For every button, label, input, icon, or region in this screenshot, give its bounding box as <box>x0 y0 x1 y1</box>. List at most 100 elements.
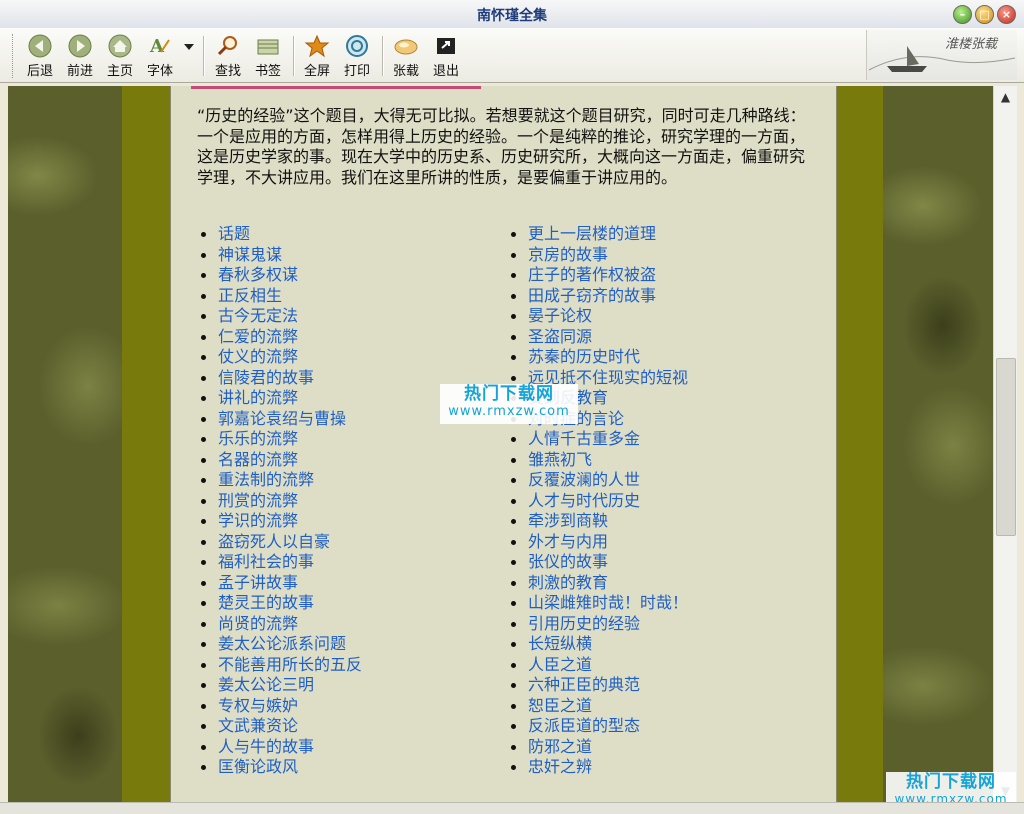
forward-button[interactable]: 前进 <box>60 32 100 79</box>
chapter-link[interactable]: 春秋多权谋 <box>218 265 298 284</box>
find-button[interactable]: 查找 <box>208 32 248 79</box>
chapter-link[interactable]: 外才与内用 <box>528 532 608 551</box>
chapter-link[interactable]: 恕臣之道 <box>528 696 592 715</box>
zhangzai-label: 张载 <box>392 64 419 79</box>
watermark-title: 热门下载网 <box>906 772 996 792</box>
chapter-link[interactable]: 忠奸之辨 <box>528 757 592 776</box>
vertical-scrollbar[interactable]: ▲ ▼ <box>993 86 1017 802</box>
bookmark-button[interactable]: 书签 <box>248 32 288 79</box>
chapter-link[interactable]: 不能善用所长的五反 <box>218 655 362 674</box>
chapter-link[interactable]: 人与牛的故事 <box>218 737 314 756</box>
chapter-link[interactable]: 仗义的流弊 <box>218 347 298 366</box>
list-item: 反派臣道的型态 <box>511 716 688 737</box>
chapter-link[interactable]: 正反相生 <box>218 286 282 305</box>
chapter-link[interactable]: 学识的流弊 <box>218 511 298 530</box>
home-button[interactable]: 主页 <box>100 32 140 79</box>
chapter-link[interactable]: 信陵君的故事 <box>218 368 314 387</box>
bullet-icon <box>511 601 516 606</box>
chapter-link[interactable]: 雏燕初飞 <box>528 450 592 469</box>
minimize-button[interactable]: – <box>953 5 972 24</box>
chapter-link[interactable]: 仁爱的流弊 <box>218 327 298 346</box>
scroll-up-button[interactable]: ▲ <box>994 86 1017 108</box>
toolbar-separator <box>203 36 205 76</box>
chapter-link[interactable]: 福利社会的事 <box>218 552 314 571</box>
chapter-link[interactable]: 人情千古重多金 <box>528 429 640 448</box>
print-button[interactable]: 打印 <box>337 32 377 79</box>
bullet-icon <box>201 457 206 463</box>
logo-text: 淮楼张载 <box>945 37 999 52</box>
chapter-link[interactable]: 反派臣道的型态 <box>528 716 640 735</box>
chapter-link[interactable]: 盗窃死人以自豪 <box>218 532 330 551</box>
chapter-link[interactable]: 名器的流弊 <box>218 450 298 469</box>
bullet-icon <box>511 683 516 688</box>
chapter-link[interactable]: 山梁雌雉时哉！时哉！ <box>528 593 688 612</box>
chapter-link[interactable]: 防邪之道 <box>528 737 592 756</box>
chapter-link[interactable]: 人臣之道 <box>528 655 592 674</box>
chapter-link[interactable]: 六种正臣的典范 <box>528 675 640 694</box>
chapter-link[interactable]: 牵涉到商鞅 <box>528 511 608 530</box>
bullet-icon <box>511 314 516 319</box>
bullet-icon <box>511 642 516 647</box>
fullscreen-button[interactable]: 全屏 <box>297 32 337 79</box>
list-item: 人与牛的故事 <box>201 737 362 758</box>
chapter-link[interactable]: 庄子的著作权被盗 <box>528 265 656 284</box>
fullscreen-label: 全屏 <box>303 64 330 79</box>
font-button[interactable]: A 字体 <box>140 32 180 79</box>
zhangzai-button[interactable]: 张载 <box>386 32 426 79</box>
font-icon: A <box>149 36 170 57</box>
chapter-link[interactable]: 重法制的流弊 <box>218 470 314 489</box>
list-item: 庄子的著作权被盗 <box>511 265 688 286</box>
forward-arrow-icon <box>68 34 92 58</box>
list-item: 重法制的流弊 <box>201 470 362 491</box>
chapter-link[interactable]: 引用历史的经验 <box>528 614 640 633</box>
chapter-link[interactable]: 匡衡论政风 <box>218 757 298 776</box>
chapter-link[interactable]: 苏秦的历史时代 <box>528 347 640 366</box>
chapter-link[interactable]: 文武兼资论 <box>218 716 298 735</box>
chapter-link[interactable]: 楚灵王的故事 <box>218 593 314 612</box>
back-button[interactable]: 后退 <box>20 32 60 79</box>
chapter-link[interactable]: 专权与嫉妒 <box>218 696 298 715</box>
list-item: 人情千古重多金 <box>511 429 688 450</box>
chapter-link[interactable]: 讲礼的流弊 <box>218 388 298 407</box>
chapter-link[interactable]: 刑赏的流弊 <box>218 491 298 510</box>
chapter-link[interactable]: 人才与时代历史 <box>528 491 640 510</box>
toolbar-grip[interactable] <box>12 34 16 78</box>
chapter-link[interactable]: 孟子讲故事 <box>218 573 298 592</box>
chapter-link[interactable]: 圣盗同源 <box>528 327 592 346</box>
chapter-link[interactable]: 刺激的教育 <box>528 573 608 592</box>
chapter-link[interactable]: 乐乐的流弊 <box>218 429 298 448</box>
chapter-link[interactable]: 尚贤的流弊 <box>218 614 298 633</box>
chapter-link[interactable]: 京房的故事 <box>528 245 608 264</box>
chapter-link[interactable]: 更上一层楼的道理 <box>528 224 656 243</box>
chapter-link[interactable]: 古今无定法 <box>218 306 298 325</box>
chapter-link[interactable]: 郭嘉论袁绍与曹操 <box>218 409 346 428</box>
article-page: “历史的经验”这个题目，大得无可比拟。若想要就这个题目研究，同时可走几种路线：一… <box>170 86 837 802</box>
chapter-link[interactable]: 反覆波澜的人世 <box>528 470 640 489</box>
list-item: 牵涉到商鞅 <box>511 511 688 532</box>
chapter-link[interactable]: 姜太公论派系问题 <box>218 634 346 653</box>
svg-text:A: A <box>149 36 165 57</box>
bullet-icon <box>201 416 206 422</box>
bullet-icon <box>201 293 206 299</box>
scroll-thumb[interactable] <box>996 358 1016 536</box>
maximize-button[interactable]: □ <box>975 5 994 24</box>
list-item: 外才与内用 <box>511 532 688 553</box>
bullet-icon <box>201 744 206 750</box>
font-dropdown[interactable] <box>180 32 198 78</box>
chapter-link[interactable]: 姜太公论三明 <box>218 675 314 694</box>
list-item: 专权与嫉妒 <box>201 696 362 717</box>
list-item: 仁爱的流弊 <box>201 327 362 348</box>
chapter-link[interactable]: 长短纵横 <box>528 634 592 653</box>
chapter-link[interactable]: 晏子论权 <box>528 306 592 325</box>
chapter-link[interactable]: 张仪的故事 <box>528 552 608 571</box>
list-item: 更上一层楼的道理 <box>511 224 688 245</box>
bullet-icon <box>201 375 206 381</box>
exit-button[interactable]: 退出 <box>426 32 466 79</box>
list-item: 张仪的故事 <box>511 552 688 573</box>
chapter-link[interactable]: 田成子窃齐的故事 <box>528 286 656 305</box>
close-button[interactable]: × <box>997 5 1016 24</box>
chapter-link[interactable]: 神谋鬼谋 <box>218 245 282 264</box>
bullet-icon <box>511 703 516 709</box>
chapter-link[interactable]: 话题 <box>218 224 250 243</box>
search-icon <box>217 36 237 56</box>
